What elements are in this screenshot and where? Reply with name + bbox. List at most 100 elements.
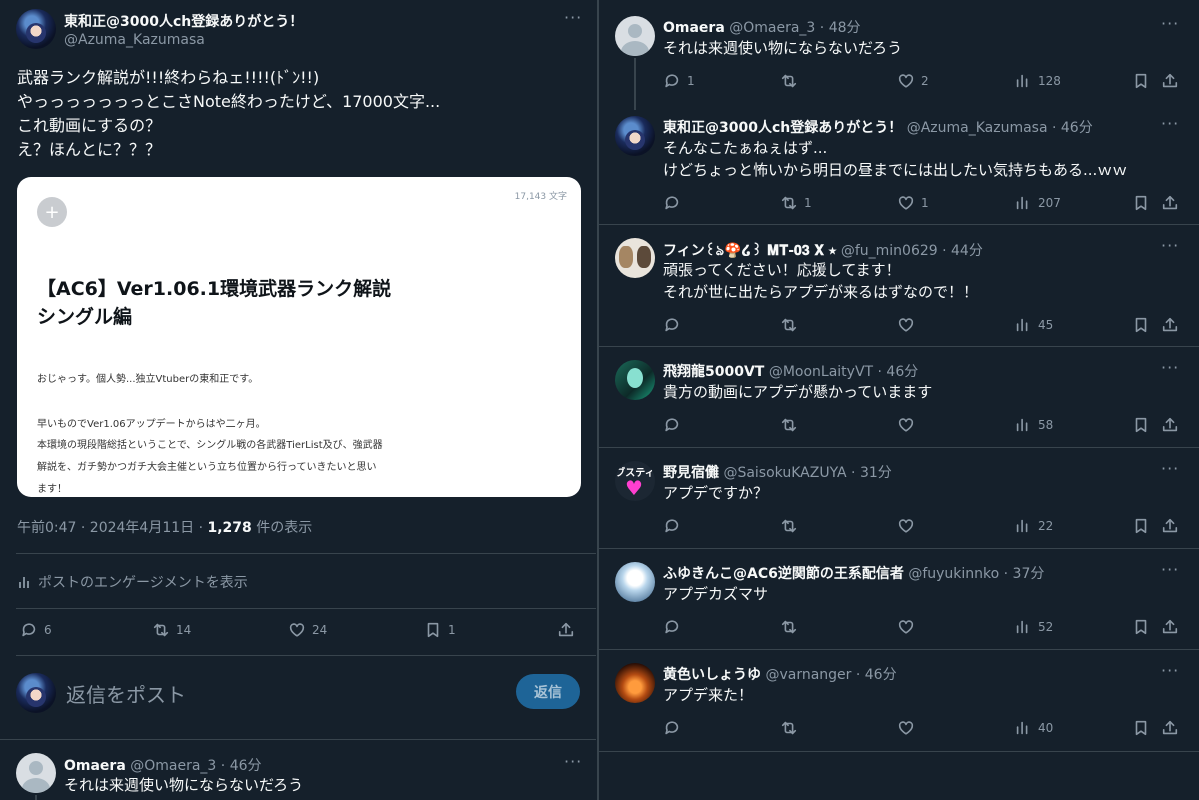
reply-button[interactable] xyxy=(663,617,687,637)
reply-author-meta[interactable]: @MoonLaityVT · 46分 xyxy=(769,364,918,380)
article-card[interactable]: + 17,143 文字 【AC6】Ver1.06.1環境武器ランク解説 シングル… xyxy=(17,177,581,497)
reply-item[interactable]: Omaera @Omaera_3 · 48分 ··· それは来週使い物にならないだろ… xyxy=(599,14,1199,116)
like-button[interactable] xyxy=(897,315,921,335)
reply-avatar[interactable] xyxy=(615,663,655,703)
share-button[interactable] xyxy=(1161,617,1185,637)
reply-button[interactable]: 1 xyxy=(663,71,695,91)
reply-item[interactable]: 飛翔龍5000VT @MoonLaityVT · 46分 ··· 貴方の動画にアプデ… xyxy=(599,358,1199,461)
reply-submit-button[interactable]: 返信 xyxy=(516,674,580,709)
author-avatar[interactable] xyxy=(16,9,56,49)
reply-author-meta[interactable]: @fu_min0629 · 44分 xyxy=(841,243,983,259)
views-button[interactable]: 22 xyxy=(1014,516,1053,536)
post-text-line: 武器ランク解説が!!!終わらねェ!!!!(ﾄﾞﾝ!!) xyxy=(17,68,320,87)
share-button[interactable] xyxy=(1161,193,1185,213)
reply-item[interactable]: ふゆきんこ@AC6逆関節の王系配信者 @fuyukinnko · 37分 ··· ア… xyxy=(599,560,1199,663)
views-button[interactable]: 207 xyxy=(1014,193,1061,213)
reply-button[interactable] xyxy=(663,415,687,435)
like-button[interactable]: 2 xyxy=(897,71,929,91)
bookmark-button[interactable] xyxy=(1132,415,1156,435)
reply-button[interactable] xyxy=(663,516,687,536)
share-button[interactable] xyxy=(1161,516,1185,536)
reply-avatar[interactable] xyxy=(615,238,655,278)
like-icon xyxy=(898,318,914,332)
reply-avatar[interactable]: ブスティ ♥ xyxy=(615,461,655,501)
post-timestamp[interactable]: 午前0:47 · 2024年4月11日 · xyxy=(17,520,208,536)
reply-button[interactable] xyxy=(663,193,687,213)
more-icon[interactable]: ··· xyxy=(1161,560,1179,579)
more-icon[interactable]: ··· xyxy=(1161,661,1179,680)
reply-author-meta[interactable]: @Omaera_3 · 48分 xyxy=(729,20,860,36)
reply-author-name[interactable]: 黄色いしょうゆ xyxy=(663,667,761,683)
repost-button[interactable]: 14 xyxy=(152,620,191,640)
share-button[interactable] xyxy=(1161,415,1185,435)
reply-avatar[interactable] xyxy=(615,16,655,56)
reply-author-meta[interactable]: @varnanger · 46分 xyxy=(765,667,896,683)
reply-avatar[interactable] xyxy=(615,562,655,602)
reply-button[interactable]: 6 xyxy=(20,620,52,640)
reply-avatar[interactable] xyxy=(615,116,655,156)
views-button[interactable]: 128 xyxy=(1014,71,1061,91)
views-icon xyxy=(1016,196,1028,210)
divider xyxy=(0,739,596,740)
bookmark-button[interactable]: 1 xyxy=(424,620,456,640)
reply-item[interactable]: フィン꒰ঌ🍄໒꒱ 𝐌𝐓-𝟎𝟑 𝐗 ⭑ @fu_min0629 · 44分 ··· 頑… xyxy=(599,236,1199,358)
author-name[interactable]: 東和正@3000人ch登録ありがとう！ xyxy=(64,14,303,30)
more-icon[interactable]: ··· xyxy=(564,8,582,27)
views-button[interactable]: 58 xyxy=(1014,415,1053,435)
bookmark-button[interactable] xyxy=(1132,617,1156,637)
more-icon[interactable]: ··· xyxy=(1161,459,1179,478)
repost-button[interactable]: 1 xyxy=(780,193,812,213)
repost-button[interactable] xyxy=(780,415,804,435)
like-button[interactable]: 24 xyxy=(288,620,327,640)
bookmark-button[interactable] xyxy=(1132,71,1156,91)
share-button[interactable] xyxy=(557,620,581,640)
repost-button[interactable] xyxy=(780,71,804,91)
reply-author-name[interactable]: フィン꒰ঌ🍄໒꒱ 𝐌𝐓-𝟎𝟑 𝐗 ⭑ xyxy=(663,243,836,259)
reply-author-name[interactable]: ふゆきんこ@AC6逆関節の王系配信者 xyxy=(663,566,904,582)
like-button[interactable] xyxy=(897,617,921,637)
reply-item[interactable]: 東和正@3000人ch登録ありがとう！ @Azuma_Kazumasa · 46… xyxy=(599,114,1199,222)
like-button[interactable] xyxy=(897,718,921,738)
like-button[interactable] xyxy=(897,415,921,435)
more-icon[interactable]: ··· xyxy=(1161,14,1179,33)
repost-button[interactable] xyxy=(780,315,804,335)
reply-author-name[interactable]: 野見宿儺 xyxy=(663,465,719,481)
views-count: 45 xyxy=(1038,318,1054,332)
reply-avatar[interactable] xyxy=(16,753,56,793)
bookmark-button[interactable] xyxy=(1132,315,1156,335)
reply-author-name[interactable]: 飛翔龍5000VT xyxy=(663,364,764,380)
views-button[interactable]: 40 xyxy=(1014,718,1053,738)
bookmark-button[interactable] xyxy=(1132,193,1156,213)
more-icon[interactable]: ··· xyxy=(1161,358,1179,377)
views-button[interactable]: 45 xyxy=(1014,315,1053,335)
like-button[interactable] xyxy=(897,516,921,536)
share-button[interactable] xyxy=(1161,718,1185,738)
like-button[interactable]: 1 xyxy=(897,193,929,213)
more-icon[interactable]: ··· xyxy=(1161,236,1179,255)
views-button[interactable]: 52 xyxy=(1014,617,1053,637)
bookmark-button[interactable] xyxy=(1132,516,1156,536)
reply-avatar[interactable] xyxy=(615,360,655,400)
reply-item[interactable]: 黄色いしょうゆ @varnanger · 46分 ··· アプデ来た！ 40 xyxy=(599,661,1199,764)
reply-author-meta[interactable]: @Omaera_3 · 46分 xyxy=(130,758,261,774)
share-button[interactable] xyxy=(1161,71,1185,91)
reply-button[interactable] xyxy=(663,315,687,335)
reply-author-meta[interactable]: @Azuma_Kazumasa · 46分 xyxy=(907,120,1093,136)
reply-author-name[interactable]: 東和正@3000人ch登録ありがとう！ xyxy=(663,120,902,136)
engagement-link[interactable]: ポストのエンゲージメントを表示 xyxy=(17,572,248,592)
reply-author-name[interactable]: Omaera xyxy=(64,758,126,774)
reply-button[interactable] xyxy=(663,718,687,738)
reply-author-meta[interactable]: @fuyukinnko · 37分 xyxy=(908,566,1044,582)
repost-button[interactable] xyxy=(780,617,804,637)
repost-button[interactable] xyxy=(780,516,804,536)
repost-button[interactable] xyxy=(780,718,804,738)
more-icon[interactable]: ··· xyxy=(1161,114,1179,133)
more-icon[interactable]: ··· xyxy=(564,752,582,771)
reply-input[interactable]: 返信をポスト xyxy=(66,679,186,708)
author-handle[interactable]: @Azuma_Kazumasa xyxy=(64,32,205,48)
reply-author-meta[interactable]: @SaisokuKAZUYA · 31分 xyxy=(723,465,891,481)
bookmark-button[interactable] xyxy=(1132,718,1156,738)
reply-item[interactable]: ブスティ ♥ 野見宿儺 @SaisokuKAZUYA · 31分 ··· アプデですか？… xyxy=(599,459,1199,562)
share-button[interactable] xyxy=(1161,315,1185,335)
reply-author-name[interactable]: Omaera xyxy=(663,20,725,36)
